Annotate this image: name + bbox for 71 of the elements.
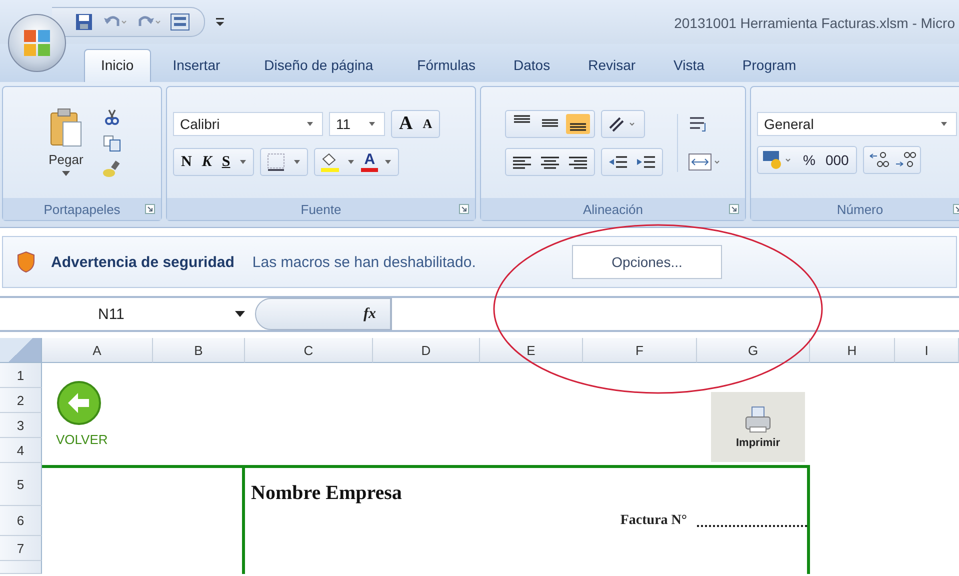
security-warning-message: Las macros se han deshabilitado.	[252, 254, 476, 270]
grow-font-button[interactable]: A	[396, 114, 416, 134]
print-button[interactable]: Imprimir	[711, 392, 805, 462]
dialog-launcher-icon[interactable]	[729, 204, 739, 214]
format-painter-icon[interactable]	[103, 160, 122, 178]
column-header[interactable]: G	[697, 338, 810, 363]
office-logo-icon	[22, 28, 52, 58]
underline-button[interactable]: S	[218, 152, 234, 172]
italic-button[interactable]: K	[198, 152, 215, 172]
copy-icon[interactable]	[103, 134, 122, 152]
group-label: Fuente	[300, 202, 342, 216]
save-icon[interactable]	[74, 12, 94, 32]
thousands-button[interactable]: 000	[822, 152, 852, 168]
name-box[interactable]: N11	[0, 298, 255, 330]
borders-icon[interactable]	[265, 152, 288, 172]
ribbon-tab[interactable]: Inicio	[84, 49, 151, 82]
row-header[interactable]: 5	[0, 463, 42, 506]
column-header[interactable]: F	[583, 338, 697, 363]
customize-toolbar-icon[interactable]	[215, 16, 225, 28]
column-header[interactable]: C	[245, 338, 373, 363]
increase-decimal-icon[interactable]	[868, 150, 890, 170]
column-header[interactable]: H	[810, 338, 895, 363]
ribbon-tab[interactable]: Fórmulas	[401, 50, 492, 82]
back-label[interactable]: VOLVER	[56, 432, 108, 446]
row-header[interactable]: 1	[0, 363, 42, 388]
column-header[interactable]: A	[42, 338, 153, 363]
fill-color-icon[interactable]	[319, 150, 342, 172]
form-icon[interactable]	[170, 13, 190, 31]
window-title: 20131001 Herramienta Facturas.xlsm - Micro	[674, 14, 955, 31]
row-header[interactable]: 7	[0, 536, 42, 561]
font-name-dropdown[interactable]: Calibri	[173, 112, 323, 136]
group-label: Número	[836, 202, 884, 216]
font-size-dropdown[interactable]: 11	[329, 112, 385, 136]
shield-icon	[17, 251, 35, 273]
clipboard-icon	[48, 108, 83, 148]
bold-button[interactable]: N	[178, 152, 195, 172]
ribbon-tab[interactable]: Revisar	[572, 50, 652, 82]
invoice-number-line[interactable]	[697, 524, 807, 527]
column-header[interactable]: B	[153, 338, 245, 363]
ribbon-tab[interactable]: Insertar	[156, 50, 236, 82]
column-header[interactable]: D	[373, 338, 480, 363]
caret-icon	[62, 171, 70, 177]
row-header[interactable]: 4	[0, 438, 42, 463]
dialog-launcher-icon[interactable]	[459, 204, 469, 214]
ribbon-tab[interactable]: Diseño de página	[242, 50, 396, 82]
printer-icon	[743, 405, 773, 435]
decrease-decimal-icon[interactable]	[894, 150, 916, 170]
ribbon-tab[interactable]: Datos	[498, 50, 566, 82]
group-label: Alineación	[583, 202, 643, 216]
ribbon-tab[interactable]: Vista	[658, 50, 720, 82]
row-header[interactable]: 2	[0, 388, 42, 413]
shrink-font-button[interactable]: A	[420, 114, 436, 134]
paste-button[interactable]: Pegar	[42, 106, 90, 179]
invoice-number-label: Factura N°	[620, 513, 687, 529]
cut-icon[interactable]	[103, 108, 122, 126]
group-label: Portapapeles	[44, 202, 120, 216]
row-header[interactable]: 6	[0, 506, 42, 536]
column-header[interactable]: E	[480, 338, 583, 363]
number-format-dropdown[interactable]: General	[757, 112, 957, 136]
company-name: Nombre Empresa	[251, 482, 403, 505]
bottom-align-icon[interactable]	[566, 114, 590, 134]
merge-cells-icon[interactable]	[688, 152, 722, 172]
row-header[interactable]: 3	[0, 413, 42, 438]
font-color-button[interactable]: A	[361, 152, 378, 172]
percent-button[interactable]: %	[800, 152, 818, 168]
ribbon-tab[interactable]: Program	[726, 50, 812, 82]
dialog-launcher-icon[interactable]	[145, 204, 155, 214]
insert-function-button[interactable]: fx	[255, 298, 391, 330]
column-header[interactable]: I	[895, 338, 959, 363]
options-button[interactable]: Opciones...	[572, 245, 722, 279]
security-warning-title: Advertencia de seguridad	[51, 254, 234, 270]
